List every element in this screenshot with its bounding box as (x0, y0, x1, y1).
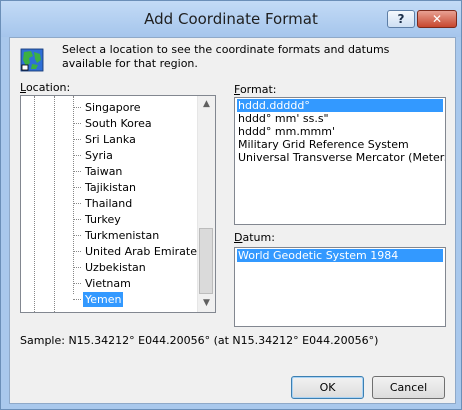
scroll-thumb[interactable] (199, 228, 213, 294)
datum-label-text: atum: (242, 231, 275, 244)
tree-branch-line (73, 219, 81, 220)
format-label-text: ormat: (239, 83, 277, 96)
dialog-window: Add Coordinate Format ? ✕ Select a locat… (0, 0, 462, 410)
format-listbox[interactable]: hddd.ddddd° hddd° mm' ss.s" hddd° mm.mmm… (234, 97, 446, 225)
location-tree-item[interactable]: United Arab Emirates (83, 244, 205, 259)
format-option[interactable]: Military Grid Reference System (237, 138, 443, 151)
format-option[interactable]: hddd° mm.mmm' (237, 125, 443, 138)
title-bar[interactable]: Add Coordinate Format ? ✕ (1, 1, 461, 37)
location-scrollbar[interactable]: ▲ ▼ (197, 96, 215, 312)
tree-branch-line (73, 203, 81, 204)
location-tree-item[interactable]: Turkmenistan (83, 228, 161, 243)
tree-branch-line (73, 187, 81, 188)
location-tree-item[interactable]: Taiwan (83, 164, 124, 179)
location-label-text: ocation: (25, 81, 71, 94)
globe-map-icon (20, 48, 44, 72)
location-tree-item[interactable]: South Korea (83, 116, 154, 131)
location-tree-item[interactable]: Sri Lanka (83, 132, 138, 147)
format-label: Format: (234, 83, 276, 96)
location-tree-item[interactable]: Turkey (83, 212, 123, 227)
location-tree[interactable]: Singapore South Korea Sri Lanka Syria Taiwan… (20, 95, 216, 313)
format-option[interactable]: Universal Transverse Mercator (Meters) (237, 151, 445, 164)
datum-option[interactable]: World Geodetic System 1984 (237, 249, 443, 262)
help-button[interactable]: ? (387, 10, 415, 28)
tree-branch-line (73, 123, 81, 124)
chevron-down-icon[interactable]: ▼ (198, 295, 215, 312)
intro-text: Select a location to see the coordinate … (62, 43, 390, 70)
tree-branch-line (73, 107, 81, 108)
tree-branch-line (73, 283, 81, 284)
cancel-button[interactable]: Cancel (372, 376, 445, 399)
format-option[interactable]: hddd° mm' ss.s" (237, 112, 443, 125)
dialog-client-area: Select a location to see the coordinate … (9, 37, 456, 404)
location-tree-item[interactable]: Vietnam (83, 276, 133, 291)
location-tree-item[interactable]: Tajikistan (83, 180, 138, 195)
tree-branch-line (73, 171, 81, 172)
tree-branch-line (73, 299, 81, 300)
tree-guide-line (73, 96, 74, 294)
location-tree-item[interactable]: Uzbekistan (83, 260, 148, 275)
location-tree-item[interactable]: Syria (83, 148, 115, 163)
location-label: Location: (20, 81, 70, 94)
tree-branch-line (73, 235, 81, 236)
tree-branch-line (73, 139, 81, 140)
location-tree-item[interactable]: Singapore (83, 100, 143, 115)
chevron-up-icon[interactable]: ▲ (198, 96, 215, 113)
tree-branch-line (73, 251, 81, 252)
location-tree-item[interactable]: Yemen (81, 291, 125, 308)
tree-branch-line (73, 267, 81, 268)
datum-label: Datum: (234, 231, 275, 244)
tree-guide-line (34, 96, 35, 312)
ok-button[interactable]: OK (291, 376, 364, 399)
sample-text: Sample: N15.34212° E044.20056° (at N15.3… (20, 334, 379, 347)
datum-listbox[interactable]: World Geodetic System 1984 (234, 247, 446, 327)
tree-branch-line (73, 155, 81, 156)
location-tree-item[interactable]: Thailand (83, 196, 134, 211)
format-option[interactable]: hddd.ddddd° (237, 99, 443, 112)
close-button[interactable]: ✕ (417, 10, 457, 28)
tree-guide-line (54, 96, 55, 312)
